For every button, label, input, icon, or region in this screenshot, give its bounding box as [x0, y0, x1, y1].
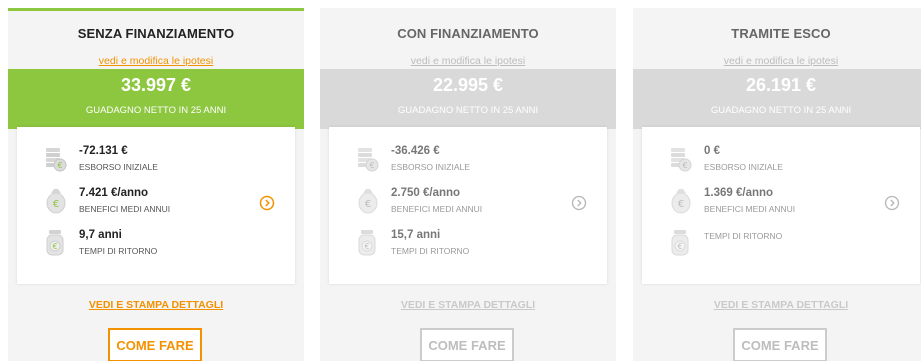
initial-outlay-row: € 0 € ESBORSO INIZIALE [669, 145, 889, 181]
view-print-details-link[interactable]: VEDI E STAMPA DETTAGLI [633, 299, 921, 311]
view-print-details-link[interactable]: VEDI E STAMPA DETTAGLI [320, 299, 616, 311]
money-stack-icon: € [671, 148, 692, 172]
initial-outlay-row: € -36.426 € ESBORSO INIZIALE [356, 145, 576, 181]
card-title: SENZA FINANZIAMENTO [77, 26, 235, 41]
annual-benefit-label: BENEFICI MEDI ANNUI [79, 204, 171, 214]
card-title: CON FINANZIAMENTO [397, 26, 539, 41]
view-print-details-link[interactable]: VEDI E STAMPA DETTAGLI [8, 299, 304, 311]
edit-hypotheses-link[interactable]: vedi e modifica le ipotesi [320, 55, 616, 67]
payback-row: € 9,7 anni TEMPI DI RITORNO [44, 229, 264, 265]
piggy-bank-icon: € [46, 189, 66, 214]
details-box: € -72.131 € ESBORSO INIZIALE € 7.421 €/a… [17, 127, 295, 284]
svg-text:€: € [365, 199, 371, 210]
annual-benefit-label: BENEFICI MEDI ANNUI [704, 204, 796, 214]
payback-label: TEMPI DI RITORNO [391, 246, 470, 256]
payback-value: 15,7 anni [391, 229, 441, 241]
payback-label: TEMPI DI RITORNO [79, 246, 158, 256]
payback-label: TEMPI DI RITORNO [704, 231, 783, 241]
edit-hypotheses-link[interactable]: vedi e modifica le ipotesi [633, 55, 921, 67]
option-card-tramite-esco[interactable]: TRAMITE ESCO vedi e modifica le ipotesi … [633, 8, 921, 361]
net-gain-banner: 26.191 € GUADAGNO NETTO IN 25 ANNI [633, 69, 921, 129]
chevron-right-circle-icon[interactable] [259, 195, 275, 211]
edit-hypotheses-link[interactable]: vedi e modifica le ipotesi [8, 55, 304, 67]
net-gain-value: 26.191 € [745, 75, 817, 95]
initial-outlay-value: -36.426 € [391, 145, 440, 157]
how-to-button[interactable]: COME FARE [420, 328, 514, 361]
initial-outlay-row: € -72.131 € ESBORSO INIZIALE [44, 145, 264, 181]
initial-outlay-value: -72.131 € [79, 145, 128, 157]
svg-text:€: € [682, 161, 687, 170]
annual-benefit-value: 7.421 €/anno [79, 187, 149, 199]
option-card-senza-finanziamento[interactable]: SENZA FINANZIAMENTO vedi e modifica le i… [8, 8, 304, 361]
piggy-bank-icon: € [358, 189, 378, 214]
svg-text:€: € [52, 242, 57, 251]
details-box: € 0 € ESBORSO INIZIALE € 1.369 €/anno BE… [642, 127, 920, 284]
net-gain-banner: 33.997 € GUADAGNO NETTO IN 25 ANNI [8, 69, 304, 129]
payback-value: 9,7 anni [79, 229, 122, 241]
annual-benefit-row: € 7.421 €/anno BENEFICI MEDI ANNUI [44, 187, 264, 223]
coin-jar-icon: € [671, 230, 689, 256]
svg-text:€: € [364, 242, 369, 251]
svg-text:€: € [677, 242, 682, 251]
svg-text:€: € [369, 161, 374, 170]
annual-benefit-row: € 1.369 €/anno BENEFICI MEDI ANNUI [669, 187, 889, 223]
initial-outlay-label: ESBORSO INIZIALE [391, 162, 470, 172]
option-card-con-finanziamento[interactable]: CON FINANZIAMENTO vedi e modifica le ipo… [320, 8, 616, 361]
how-to-button[interactable]: COME FARE [108, 328, 202, 361]
annual-benefit-row: € 2.750 €/anno BENEFICI MEDI ANNUI [356, 187, 576, 223]
net-gain-label: GUADAGNO NETTO IN 25 ANNI [397, 105, 539, 116]
card-title: TRAMITE ESCO [731, 26, 831, 41]
initial-outlay-label: ESBORSO INIZIALE [79, 162, 158, 172]
annual-benefit-label: BENEFICI MEDI ANNUI [391, 204, 483, 214]
how-to-button[interactable]: COME FARE [733, 328, 827, 361]
chevron-right-circle-icon[interactable] [884, 195, 900, 211]
money-stack-icon: € [358, 148, 379, 172]
annual-benefit-value: 2.750 €/anno [391, 187, 461, 199]
initial-outlay-value: 0 € [704, 145, 720, 157]
coin-jar-icon: € [358, 230, 376, 256]
chevron-right-circle-icon[interactable] [571, 195, 587, 211]
svg-text:€: € [678, 199, 684, 210]
money-stack-icon: € [46, 148, 67, 172]
payback-row: € 15,7 anni TEMPI DI RITORNO [356, 229, 576, 265]
payback-row: € TEMPI DI RITORNO [669, 229, 889, 265]
net-gain-value: 22.995 € [432, 75, 504, 95]
coin-jar-icon: € [46, 230, 64, 256]
svg-text:€: € [53, 199, 59, 210]
piggy-bank-icon: € [671, 189, 691, 214]
annual-benefit-value: 1.369 €/anno [704, 187, 774, 199]
details-box: € -36.426 € ESBORSO INIZIALE € 2.750 €/a… [329, 127, 607, 284]
net-gain-value: 33.997 € [120, 75, 192, 95]
initial-outlay-label: ESBORSO INIZIALE [704, 162, 783, 172]
net-gain-label: GUADAGNO NETTO IN 25 ANNI [85, 105, 227, 116]
net-gain-label: GUADAGNO NETTO IN 25 ANNI [710, 105, 852, 116]
svg-text:€: € [57, 161, 62, 170]
net-gain-banner: 22.995 € GUADAGNO NETTO IN 25 ANNI [320, 69, 616, 129]
